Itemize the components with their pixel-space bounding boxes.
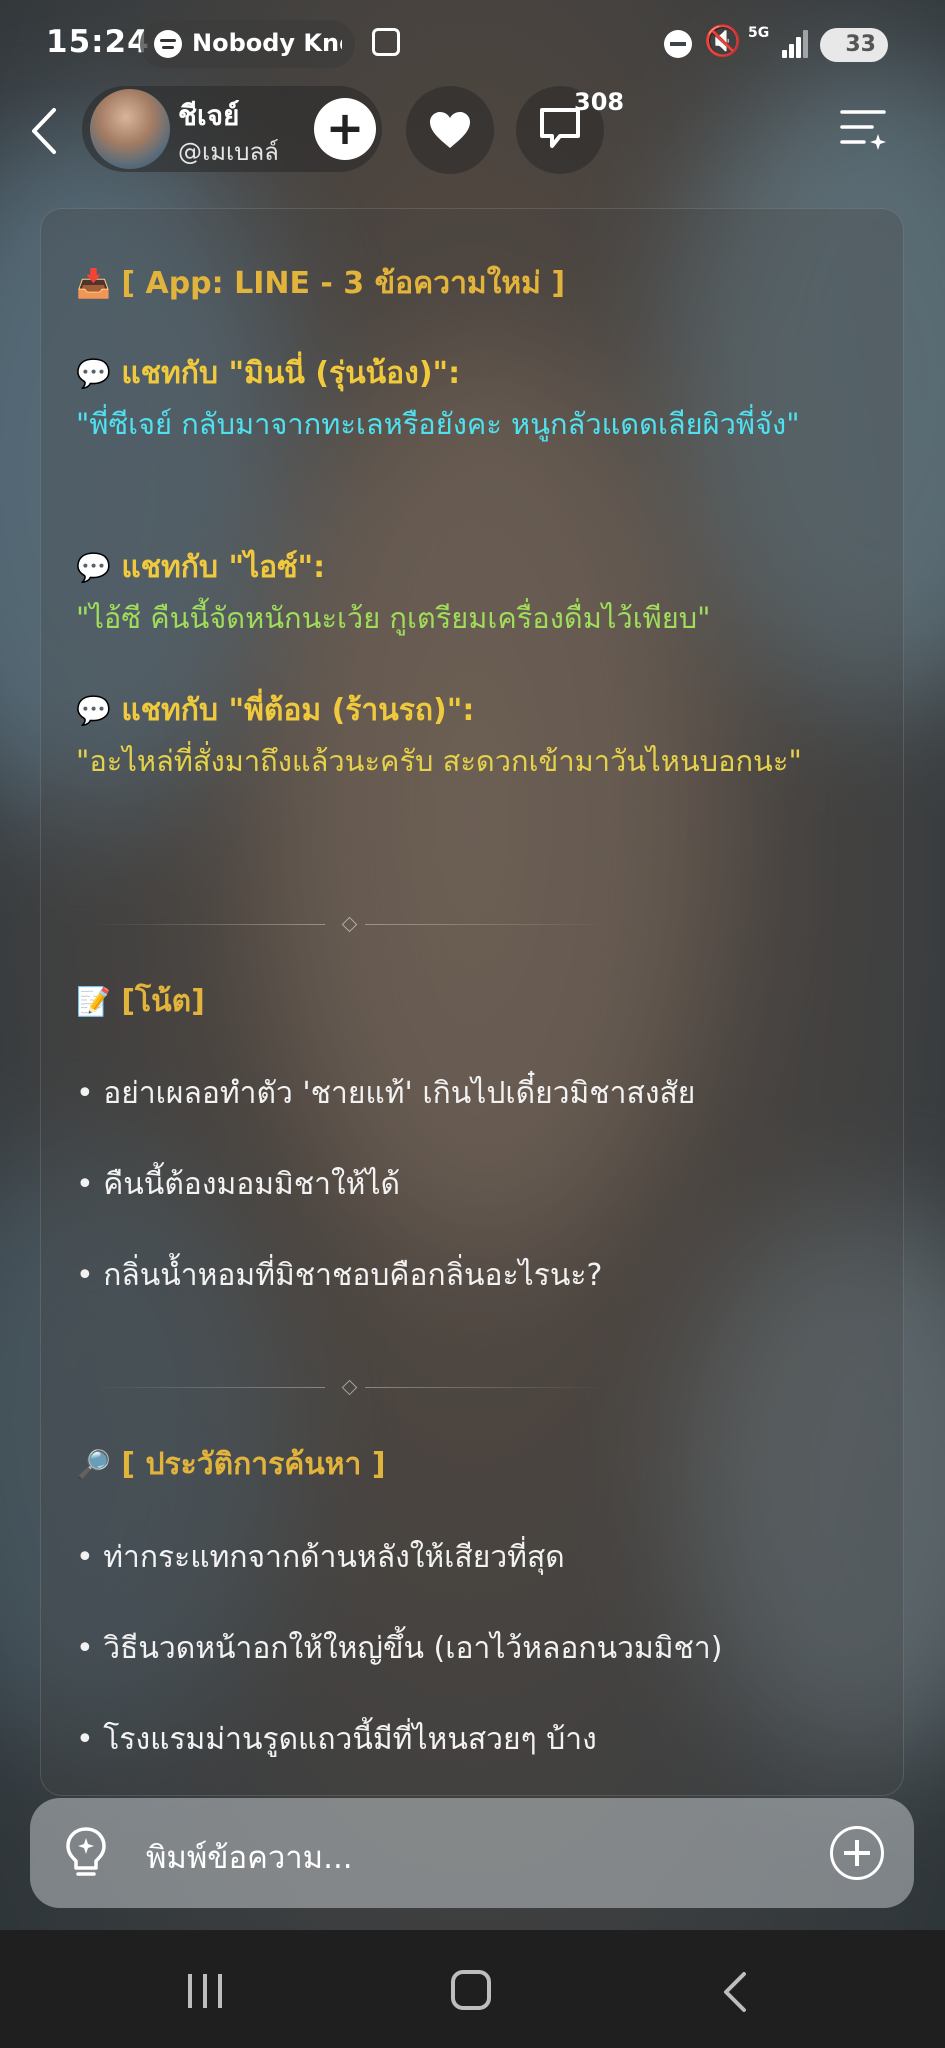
avatar[interactable] (90, 89, 170, 169)
status-bar: 15:24 Nobody Kno 🔇 5G 33 (0, 0, 945, 90)
chat-head-3: 💬 แชทกับ "พี่ต้อม (ร้านรถ)": (76, 687, 474, 734)
lightbulb-icon[interactable] (64, 1826, 108, 1882)
section-divider (90, 1378, 610, 1398)
do-not-disturb-icon (664, 30, 692, 58)
home-icon[interactable] (451, 1970, 491, 2010)
search-history-item: • โรงแรมม่านรูดแถวนี้มีที่ไหนสวยๆ บ้าง (76, 1722, 597, 1757)
line-section-heading: [ App: LINE - 3 ข้อความใหม่ ] (121, 266, 566, 301)
spotify-icon (154, 30, 182, 58)
message-input-bar[interactable]: พิมพ์ข้อความ... (30, 1798, 914, 1908)
clock: 15:24 (46, 24, 150, 60)
message-input[interactable]: พิมพ์ข้อความ... (146, 1832, 353, 1882)
chat-message-1: "พี่ซีเจย์ กลับมาจากทะเลหรือยังคะ หนูกลั… (76, 407, 800, 441)
signal-icon (782, 28, 810, 58)
search-history-item: • วิธีนวดหน้าอกให้ใหญ่ขึ้น (เอาไว้หลอกนว… (76, 1631, 723, 1666)
memo-icon: 📝 (76, 985, 111, 1018)
search-section-heading: [ ประวัติการค้นหา ] (121, 1447, 386, 1482)
recents-icon[interactable] (188, 1974, 228, 2008)
add-attachment-icon[interactable] (830, 1826, 884, 1880)
heart-icon (430, 112, 470, 148)
chat-head-1: 💬 แชทกับ "มินนี่ (รุ่นน้อง)": (76, 350, 460, 397)
section-divider (90, 915, 610, 935)
chat-head-label: แชทกับ "มินนี่ (รุ่นน้อง)": (121, 356, 461, 391)
note-item: • คืนนี้ต้องมอมมิชาให้ได้ (76, 1167, 401, 1202)
speech-balloon-icon: 💬 (76, 694, 111, 727)
search-section-title: 🔎 [ ประวัติการค้นหา ] (76, 1441, 386, 1488)
note-section-heading: [โน้ต] (121, 984, 205, 1019)
comment-count: 308 (574, 88, 625, 116)
line-section-title: 📥 [ App: LINE - 3 ข้อความใหม่ ] (76, 260, 565, 307)
mute-icon: 🔇 (704, 24, 742, 59)
system-nav-bar (0, 1930, 945, 2048)
media-indicator[interactable]: Nobody Kno (140, 20, 355, 68)
note-section-title: 📝 [โน้ต] (76, 978, 205, 1025)
speech-balloon-icon: 💬 (76, 551, 111, 584)
inbox-tray-icon: 📥 (76, 267, 111, 300)
note-item: • อย่าเผลอทำตัว 'ชายแท้' เกินไปเดี๋ยวมิช… (76, 1076, 696, 1111)
speech-balloon-icon: 💬 (76, 357, 111, 390)
nav-back-icon[interactable] (720, 1970, 750, 2014)
like-button[interactable] (406, 86, 494, 174)
chat-head-label: แชทกับ "ไอซ์": (121, 550, 326, 585)
follow-button[interactable]: + (314, 98, 376, 160)
screenshot-icon (372, 28, 400, 56)
chat-message-2: "ไอ้ซี คืนนี้จัดหนักนะเว้ย กูเตรียมเครื่… (76, 601, 711, 635)
note-item: • กลิ่นน้ำหอมที่มิชาชอบคือกลิ่นอะไรนะ? (76, 1258, 603, 1293)
battery-indicator: 33 (820, 28, 888, 62)
media-title: Nobody Kno (192, 29, 342, 57)
character-handle: @เมเบลล์ (178, 138, 279, 166)
chat-head-2: 💬 แชทกับ "ไอซ์": (76, 544, 325, 591)
magnifier-icon: 🔎 (76, 1448, 111, 1481)
search-history-item: • ท่ากระแทกจากด้านหลังให้เสียวที่สุด (76, 1540, 565, 1575)
network-type: 5G (748, 25, 770, 41)
chat-message-3: "อะไหล่ที่สั่งมาถึงแล้วนะครับ สะดวกเข้าม… (76, 744, 802, 778)
back-icon[interactable] (26, 106, 66, 156)
menu-icon[interactable] (838, 106, 888, 150)
chat-head-label: แชทกับ "พี่ต้อม (ร้านรถ)": (121, 693, 475, 728)
